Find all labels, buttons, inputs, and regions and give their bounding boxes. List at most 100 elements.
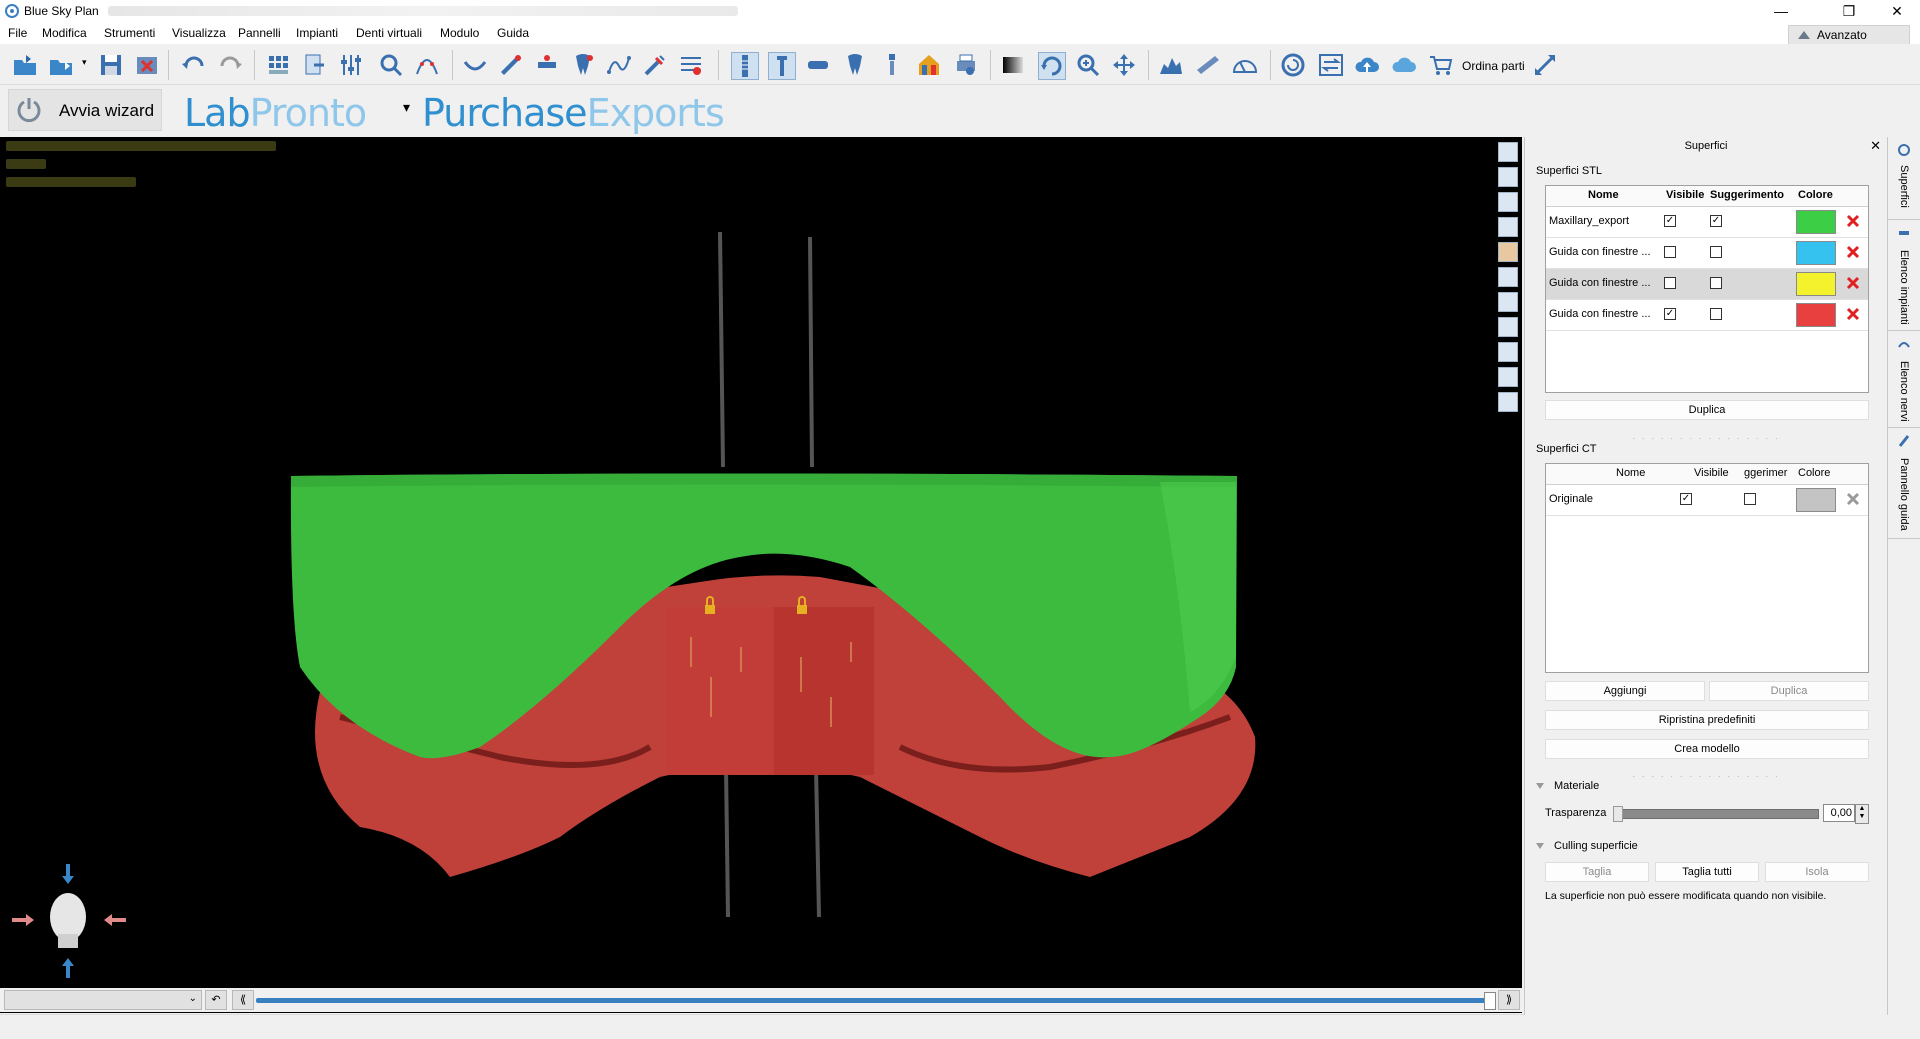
implant-screw-icon[interactable] (731, 52, 759, 80)
restore-button[interactable]: ❐ (1826, 0, 1872, 22)
cloud-icon[interactable] (1391, 52, 1417, 78)
view-tool-button[interactable] (1498, 342, 1518, 362)
hint-checkbox[interactable] (1710, 308, 1722, 320)
table-row[interactable]: Guida con finestre ... (1546, 238, 1868, 269)
purchase-exports-logo[interactable]: PurchaseExports (422, 91, 725, 135)
slice-adjust-icon[interactable] (338, 52, 364, 78)
transfer-arrows-icon[interactable] (1318, 52, 1344, 78)
tooth-icon[interactable] (842, 52, 868, 78)
tab-elenco-impianti[interactable]: Elenco impianti (1888, 220, 1920, 331)
transparency-slider-thumb[interactable] (1613, 806, 1623, 822)
table-row[interactable]: Guida con finestre ... ✓ (1546, 300, 1868, 331)
face-icon[interactable] (1498, 242, 1518, 262)
duplicate-stl-button[interactable]: Duplica (1545, 400, 1869, 420)
timeline-combo[interactable]: ⌄ (4, 990, 202, 1010)
panoramic-grid-icon[interactable] (266, 52, 292, 78)
cut-button[interactable]: Taglia (1545, 862, 1649, 882)
panel-close-icon[interactable]: ✕ (1870, 137, 1881, 155)
shopping-cart-icon[interactable] (1428, 52, 1454, 78)
color-swatch[interactable] (1796, 272, 1836, 296)
tab-superfici[interactable]: Superfici (1888, 137, 1920, 220)
previous-button[interactable]: ⟪ (232, 990, 254, 1010)
transparency-spinner[interactable]: ▲ ▼ (1855, 804, 1869, 824)
import-dropdown-arrow[interactable]: ▾ (82, 57, 87, 68)
table-row[interactable]: Originale ✓ (1546, 485, 1868, 516)
hint-checkbox[interactable] (1744, 493, 1756, 505)
implant-screw-2-icon[interactable] (768, 52, 796, 80)
tab-elenco-nervi[interactable]: Elenco nervi (1888, 331, 1920, 428)
view-tool-button[interactable] (1498, 167, 1518, 187)
menu-modulo[interactable]: Modulo (440, 26, 479, 40)
sky-swirl-icon[interactable] (1280, 52, 1306, 78)
view-tool-button[interactable] (1498, 192, 1518, 212)
import-icon[interactable] (48, 52, 74, 78)
visible-checkbox[interactable] (1664, 277, 1676, 289)
view-tool-button[interactable] (1498, 217, 1518, 237)
delete-icon[interactable] (1844, 243, 1862, 261)
expand-diagonal-icon[interactable] (1532, 52, 1558, 78)
order-parts-button[interactable]: Ordina parti (1462, 59, 1525, 73)
labpronto-dropdown-arrow[interactable]: ▾ (403, 99, 410, 116)
add-surface-button[interactable]: Aggiungi (1545, 681, 1705, 701)
visible-checkbox[interactable]: ✓ (1664, 308, 1676, 320)
undo-icon[interactable] (180, 52, 206, 78)
angle-protractor-icon[interactable] (1232, 52, 1258, 78)
create-model-button[interactable]: Crea modello (1545, 739, 1869, 759)
transparency-slider[interactable] (1621, 809, 1819, 819)
isolate-button[interactable]: Isola (1765, 862, 1869, 882)
timeline-thumb[interactable] (1484, 992, 1496, 1010)
print-preview-icon[interactable] (953, 52, 979, 78)
close-project-icon[interactable] (134, 52, 160, 78)
start-wizard-button[interactable]: Avvia wizard (8, 89, 162, 131)
menu-pannelli[interactable]: Pannelli (238, 26, 281, 40)
close-window-button[interactable]: ✕ (1874, 0, 1920, 22)
hint-checkbox[interactable]: ✓ (1710, 215, 1722, 227)
3d-viewport[interactable] (0, 137, 1522, 1013)
nerve-path-icon[interactable] (606, 52, 632, 78)
menu-strumenti[interactable]: Strumenti (104, 26, 155, 40)
restore-defaults-button[interactable]: Ripristina predefiniti (1545, 710, 1869, 730)
menu-guida[interactable]: Guida (497, 26, 529, 40)
zoom-view-icon[interactable] (1075, 52, 1101, 78)
gradient-contrast-icon[interactable] (1000, 52, 1026, 78)
view-tool-button[interactable] (1498, 292, 1518, 312)
timeline-track[interactable] (256, 998, 1490, 1003)
menu-modifica[interactable]: Modifica (42, 26, 87, 40)
color-swatch[interactable] (1796, 488, 1836, 512)
minimize-button[interactable]: — (1758, 0, 1804, 22)
delete-icon[interactable] (1844, 212, 1862, 230)
next-button[interactable]: ⟫ (1498, 990, 1520, 1010)
cut-all-button[interactable]: Taglia tutti (1655, 862, 1759, 882)
hint-checkbox[interactable] (1710, 246, 1722, 258)
duplicate-ct-button[interactable]: Duplica (1709, 681, 1869, 701)
transparency-input[interactable]: 0,00 (1823, 804, 1855, 822)
surgical-guide-model[interactable] (0, 137, 1522, 1013)
scan-document-icon[interactable] (302, 52, 328, 78)
tab-pannello-guida[interactable]: Pannello guida (1888, 428, 1920, 539)
material-section-header[interactable]: Materiale (1536, 780, 1599, 792)
splitter-handle[interactable]: · · · · · · · · · · · · · · · · (1525, 433, 1887, 443)
labpronto-logo[interactable]: LabPronto (184, 91, 367, 135)
syringe-icon[interactable] (642, 52, 668, 78)
table-row[interactable]: Maxillary_export ✓ ✓ (1546, 207, 1868, 238)
view-tool-button[interactable] (1498, 142, 1518, 162)
grid-view-icon[interactable] (1498, 317, 1518, 337)
cloud-upload-icon[interactable] (1354, 52, 1380, 78)
orientation-head-widget[interactable] (10, 862, 130, 982)
arch-tool-icon[interactable] (462, 52, 488, 78)
menu-visualizza[interactable]: Visualizza (172, 26, 226, 40)
color-swatch[interactable] (1796, 303, 1836, 327)
zoom-icon[interactable] (378, 52, 404, 78)
pan-move-icon[interactable] (1111, 52, 1137, 78)
culling-section-header[interactable]: Culling superficie (1536, 840, 1638, 852)
colored-house-icon[interactable] (916, 52, 942, 78)
implant-placement-icon[interactable] (534, 52, 560, 78)
save-icon[interactable] (98, 52, 124, 78)
rewind-button[interactable]: ↶ (205, 990, 227, 1010)
settings-list-icon[interactable] (678, 52, 704, 78)
visible-checkbox[interactable]: ✓ (1664, 215, 1676, 227)
table-row[interactable]: Guida con finestre ... (1546, 269, 1868, 300)
redo-icon[interactable] (218, 52, 244, 78)
visible-checkbox[interactable] (1664, 246, 1676, 258)
menu-denti-virtuali[interactable]: Denti virtuali (356, 26, 422, 40)
